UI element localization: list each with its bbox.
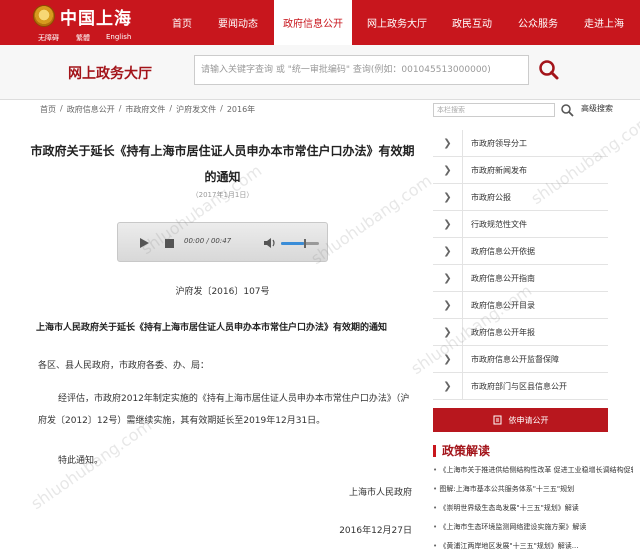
apply-button-label: 依申请公开 bbox=[508, 415, 549, 425]
notice-body: 经评估，市政府2012年制定实施的《持有上海市居住证人员申办本市常住户口办法》（… bbox=[38, 394, 410, 426]
breadcrumb-separator: / bbox=[60, 104, 63, 113]
volume-slider[interactable] bbox=[281, 239, 319, 248]
policy-link[interactable]: 《黄浦江两岸地区发展"十三五"规划》解读... bbox=[433, 541, 633, 559]
breadcrumb-separator: / bbox=[169, 104, 173, 113]
service-header: 网上政务大厅 请输入关键字查询 或 "统一审批编码" 查询(例如：0010455… bbox=[0, 45, 640, 100]
chevron-right-icon: ❯ bbox=[433, 183, 463, 211]
apply-disclosure-button[interactable]: 依申请公开 bbox=[433, 408, 608, 432]
signature: 上海市人民政府 bbox=[348, 488, 412, 498]
search-icon bbox=[539, 60, 559, 80]
sidebar-item-label: 行政规范性文件 bbox=[471, 219, 527, 229]
sidebar-item-label: 市政府公报 bbox=[471, 192, 511, 202]
policy-link[interactable]: 《上海市关于推进供给侧结构性改革 促进工业稳增长调结构促转型的实施意见》一致性评… bbox=[433, 465, 633, 484]
breadcrumb-hufufa[interactable]: 沪府发文件 bbox=[176, 104, 216, 115]
policy-list: 《上海市关于推进供给侧结构性改革 促进工业稳增长调结构促转型的实施意见》一致性评… bbox=[433, 465, 633, 559]
chevron-right-icon: ❯ bbox=[433, 264, 463, 292]
nav-online-service-hall[interactable]: 网上政务大厅 bbox=[358, 0, 436, 45]
heading-accent-bar bbox=[433, 444, 436, 457]
policy-link[interactable]: 《崇明世界级生态岛发展"十三五"规划》解读 bbox=[433, 503, 633, 522]
sidebar-item-label: 市政府领导分工 bbox=[471, 138, 527, 148]
service-hall-title[interactable]: 网上政务大厅 bbox=[68, 63, 152, 83]
sidebar-item[interactable]: ❯ 市政府信息公开监督保障 bbox=[433, 345, 608, 373]
sidebar-search-button[interactable] bbox=[560, 103, 574, 117]
sidebar-item-label: 政府信息公开依据 bbox=[471, 246, 535, 256]
sidebar-search-input[interactable]: 本栏搜索 bbox=[433, 103, 555, 117]
chevron-right-icon: ❯ bbox=[433, 372, 463, 400]
nav-home[interactable]: 首页 bbox=[160, 0, 204, 45]
breadcrumb-gov-info[interactable]: 政府信息公开 bbox=[67, 104, 115, 115]
top-nav-bar: 中国上海 无障碍 繁體 English 首页 要闻动态 政府信息公开 网上政务大… bbox=[0, 0, 640, 45]
volume-fill bbox=[281, 242, 304, 245]
policy-link[interactable]: 《上海市生态环境监测网络建设实施方案》解读 bbox=[433, 522, 633, 541]
policy-interpretation-heading: 政策解读 bbox=[433, 442, 490, 459]
main-search-input[interactable]: 请输入关键字查询 或 "统一审批编码" 查询(例如：00104551300000… bbox=[194, 55, 529, 85]
traditional-chinese-link[interactable]: 繁體 bbox=[76, 33, 90, 43]
chevron-right-icon: ❯ bbox=[433, 237, 463, 265]
volume-handle[interactable] bbox=[303, 239, 306, 248]
main-search-button[interactable] bbox=[531, 55, 567, 85]
playback-time: 00:00 / 00:47 bbox=[184, 237, 232, 245]
chevron-right-icon: ❯ bbox=[433, 291, 463, 319]
breadcrumb-year[interactable]: 2016年 bbox=[227, 104, 255, 115]
breadcrumb-gov-docs[interactable]: 市政府文件 bbox=[125, 104, 165, 115]
speaker-icon bbox=[264, 238, 275, 248]
sidebar-item[interactable]: ❯ 政府信息公开依据 bbox=[433, 237, 608, 265]
nav-gov-info-public[interactable]: 政府信息公开 bbox=[274, 0, 352, 45]
chevron-right-icon: ❯ bbox=[433, 156, 463, 184]
advanced-search-link[interactable]: 高级搜索 bbox=[581, 103, 613, 114]
chevron-right-icon: ❯ bbox=[433, 129, 463, 157]
chevron-right-icon: ❯ bbox=[433, 210, 463, 238]
nav-about-shanghai[interactable]: 走进上海 bbox=[574, 0, 634, 45]
sidebar-item-label: 市政府部门与区县信息公开 bbox=[471, 381, 567, 391]
policy-heading-label: 政策解读 bbox=[442, 444, 491, 458]
notice-heading: 上海市人民政府关于延长《持有上海市居住证人员申办本市常住户口办法》有效期的通知 bbox=[36, 323, 388, 333]
site-logo-title[interactable]: 中国上海 bbox=[60, 4, 132, 29]
nav-news[interactable]: 要闻动态 bbox=[208, 0, 268, 45]
search-icon bbox=[561, 104, 574, 117]
breadcrumb-home[interactable]: 首页 bbox=[40, 104, 56, 115]
document-number: 沪府发〔2016〕107号 bbox=[175, 287, 270, 297]
breadcrumb: 首页 / 政府信息公开 / 市政府文件 / 沪府发文件 / 2016年 bbox=[40, 104, 255, 115]
nav-public-service[interactable]: 公众服务 bbox=[508, 0, 568, 45]
document-edit-icon bbox=[493, 415, 501, 425]
nav-interaction[interactable]: 政民互动 bbox=[442, 0, 502, 45]
sidebar-item[interactable]: ❯ 市政府公报 bbox=[433, 183, 608, 211]
sidebar-item[interactable]: ❯ 市政府部门与区县信息公开 bbox=[433, 372, 608, 400]
signature-date: 2016年12月27日 bbox=[339, 526, 412, 536]
sidebar-item[interactable]: ❯ 行政规范性文件 bbox=[433, 210, 608, 238]
salutation: 各区、县人民政府，市政府各委、办、局： bbox=[38, 361, 210, 371]
volume-button[interactable] bbox=[263, 236, 277, 250]
breadcrumb-separator: / bbox=[118, 104, 122, 113]
shanghai-emblem-icon bbox=[33, 5, 55, 27]
policy-link[interactable]: 图解:上海市基本公共服务体系"十三五"规划 bbox=[433, 484, 633, 503]
sidebar-item-label: 市政府新闻发布 bbox=[471, 165, 527, 175]
accessibility-link[interactable]: 无障碍 bbox=[38, 33, 59, 43]
sidebar-item-label: 市政府信息公开监督保障 bbox=[471, 354, 559, 364]
english-link[interactable]: English bbox=[106, 33, 131, 41]
breadcrumb-separator: / bbox=[220, 104, 223, 113]
